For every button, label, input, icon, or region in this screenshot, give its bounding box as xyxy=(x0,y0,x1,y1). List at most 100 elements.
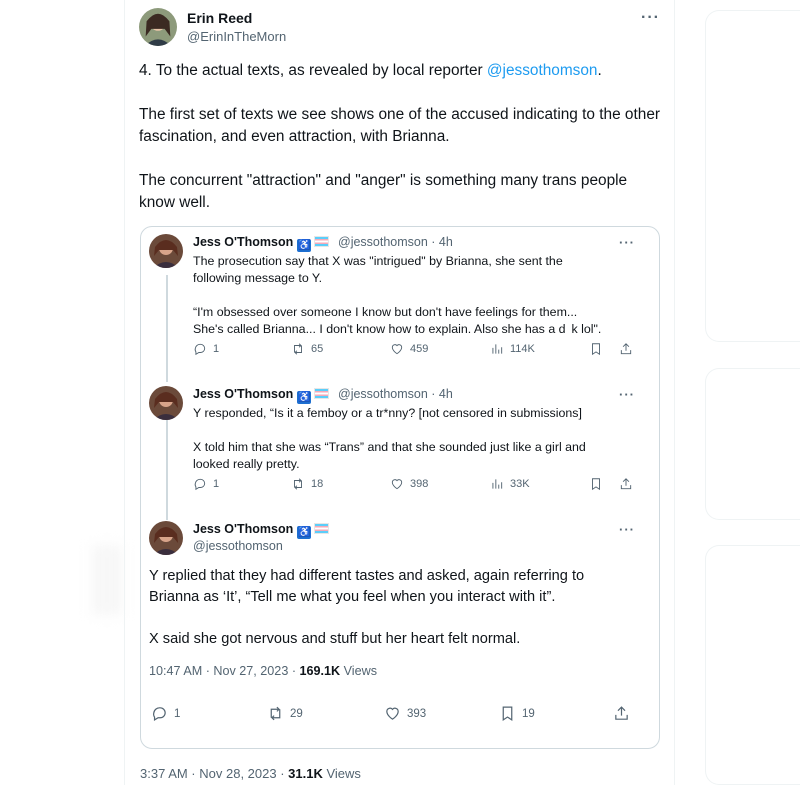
view-count: 114K xyxy=(510,343,535,355)
more-icon[interactable]: ··· xyxy=(641,10,660,26)
tweet-text: The concurrent "attraction" and "anger" … xyxy=(139,172,628,211)
heart-icon xyxy=(391,479,403,490)
tweet-text: 4. To the actual texts, as revealed by l… xyxy=(139,62,487,79)
like-count: 459 xyxy=(410,343,429,355)
wheelchair-emoji-icon: ♿ xyxy=(297,391,312,404)
background-shade xyxy=(92,545,122,615)
views-count: 31.1K xyxy=(288,766,323,781)
embedded-thread-card[interactable]: Jess O'Thomson ♿ @jessothomson · 4h ··· T… xyxy=(140,226,660,749)
thread-author-name[interactable]: Jess O'Thomson ♿ xyxy=(193,522,330,539)
like-count: 393 xyxy=(407,707,427,720)
bookmark-icon xyxy=(592,478,600,491)
repost-icon xyxy=(294,478,302,490)
wheelchair-emoji-icon: ♿ xyxy=(297,526,312,539)
share-button[interactable] xyxy=(613,705,630,722)
trans-flag-emoji-icon xyxy=(314,388,330,399)
reply-icon xyxy=(194,343,206,356)
mention-link[interactable]: @jessothomson xyxy=(487,62,598,79)
text-line: Y replied that they had different tastes… xyxy=(149,568,585,584)
timestamp-text: 10:47 AM · Nov 27, 2023 · xyxy=(149,664,300,678)
more-icon[interactable]: ··· xyxy=(619,236,635,249)
text-line: Brianna as ‘It’, “Tell me what you feel … xyxy=(149,589,556,605)
thread-avatar[interactable] xyxy=(149,386,183,420)
bookmark-button[interactable]: 19 xyxy=(499,705,535,722)
thread-author-text: Jess O'Thomson xyxy=(193,387,294,401)
reply-icon xyxy=(194,478,206,491)
reply-icon xyxy=(153,707,166,721)
bookmark-button[interactable] xyxy=(589,477,603,491)
repost-count: 29 xyxy=(290,707,303,720)
tweet-text: . xyxy=(597,62,602,79)
thread-handle[interactable]: @jessothomson xyxy=(193,539,283,553)
thread-avatar[interactable] xyxy=(149,521,183,555)
text-gap xyxy=(193,422,586,439)
text-line: Y responded, “Is it a femboy or a tr*nny… xyxy=(193,406,582,420)
tweet-body: 4. To the actual texts, as revealed by l… xyxy=(139,60,664,236)
views-button[interactable]: 33K xyxy=(490,477,530,491)
more-icon[interactable]: ··· xyxy=(619,523,635,536)
tweet-timestamp[interactable]: 3:37 AM · Nov 28, 2023 · 31.1K Views xyxy=(140,766,361,781)
sidebar-card xyxy=(705,545,800,785)
text-line: following message to Y. xyxy=(193,271,323,285)
like-button[interactable]: 393 xyxy=(384,705,426,722)
reply-count: 1 xyxy=(174,707,181,720)
thread-connector xyxy=(166,275,168,382)
author-avatar[interactable] xyxy=(139,8,177,46)
share-icon xyxy=(620,343,632,355)
thread-author-name[interactable]: Jess O'Thomson ♿ xyxy=(193,387,330,404)
bookmark-icon xyxy=(592,343,600,356)
thread-post-text: The prosecution say that X was "intrigue… xyxy=(193,253,601,338)
thread-author-name[interactable]: Jess O'Thomson ♿ xyxy=(193,235,330,252)
share-icon xyxy=(615,706,628,720)
more-icon[interactable]: ··· xyxy=(619,388,635,401)
trans-flag-emoji-icon xyxy=(314,236,330,247)
views-icon xyxy=(492,344,503,354)
text-line: looked really pretty. xyxy=(193,457,300,471)
reply-count: 1 xyxy=(213,343,220,355)
repost-count: 65 xyxy=(311,343,324,355)
text-line: X said she got nervous and stuff but her… xyxy=(149,631,521,647)
bookmark-button[interactable] xyxy=(589,342,603,356)
views-label: Views xyxy=(322,766,361,781)
like-button[interactable]: 398 xyxy=(390,477,428,491)
reply-button[interactable]: 1 xyxy=(193,342,219,356)
thread-author-text: Jess O'Thomson xyxy=(193,235,294,249)
wheelchair-emoji-icon: ♿ xyxy=(297,239,312,252)
trans-flag-emoji-icon xyxy=(314,523,330,534)
bookmark-count: 19 xyxy=(522,707,535,720)
thread-connector xyxy=(166,410,168,520)
text-gap xyxy=(149,608,584,629)
thread-author-text: Jess O'Thomson xyxy=(193,522,294,536)
thread-handle-time[interactable]: @jessothomson · 4h xyxy=(338,235,453,249)
thread-post-text: Y replied that they had different tastes… xyxy=(149,566,584,650)
text-line: The prosecution say that X was "intrigue… xyxy=(193,254,563,268)
repost-icon xyxy=(270,706,281,721)
repost-button[interactable]: 65 xyxy=(291,342,323,356)
text-line: She's called Brianna... I don't know how… xyxy=(193,322,602,336)
share-button[interactable] xyxy=(619,342,633,356)
author-name[interactable]: Erin Reed xyxy=(187,10,252,26)
timestamp-text: 3:37 AM · Nov 28, 2023 · xyxy=(140,766,289,781)
like-button[interactable]: 459 xyxy=(390,342,428,356)
thread-avatar[interactable] xyxy=(149,234,183,268)
repost-button[interactable]: 29 xyxy=(267,705,303,722)
like-count: 398 xyxy=(410,478,429,490)
share-button[interactable] xyxy=(619,477,633,491)
share-icon xyxy=(620,478,632,490)
views-icon xyxy=(492,479,503,489)
repost-icon xyxy=(294,343,302,355)
author-handle[interactable]: @ErinInTheMorn xyxy=(187,29,286,44)
reply-count: 1 xyxy=(213,478,220,490)
text-gap xyxy=(193,287,601,304)
heart-icon xyxy=(386,707,399,720)
views-button[interactable]: 114K xyxy=(490,342,535,356)
repost-button[interactable]: 18 xyxy=(291,477,323,491)
thread-handle-time[interactable]: @jessothomson · 4h xyxy=(338,387,453,401)
tweet-text: The first set of texts we see shows one … xyxy=(139,106,661,145)
post-timestamp[interactable]: 10:47 AM · Nov 27, 2023 · 169.1K Views xyxy=(149,664,377,678)
reply-button[interactable]: 1 xyxy=(151,705,180,722)
views-count: 169.1K xyxy=(299,664,341,678)
main-tweet: Erin Reed @ErinInTheMorn ··· 4. To the a… xyxy=(124,0,675,785)
reply-button[interactable]: 1 xyxy=(193,477,219,491)
heart-icon xyxy=(391,344,403,355)
